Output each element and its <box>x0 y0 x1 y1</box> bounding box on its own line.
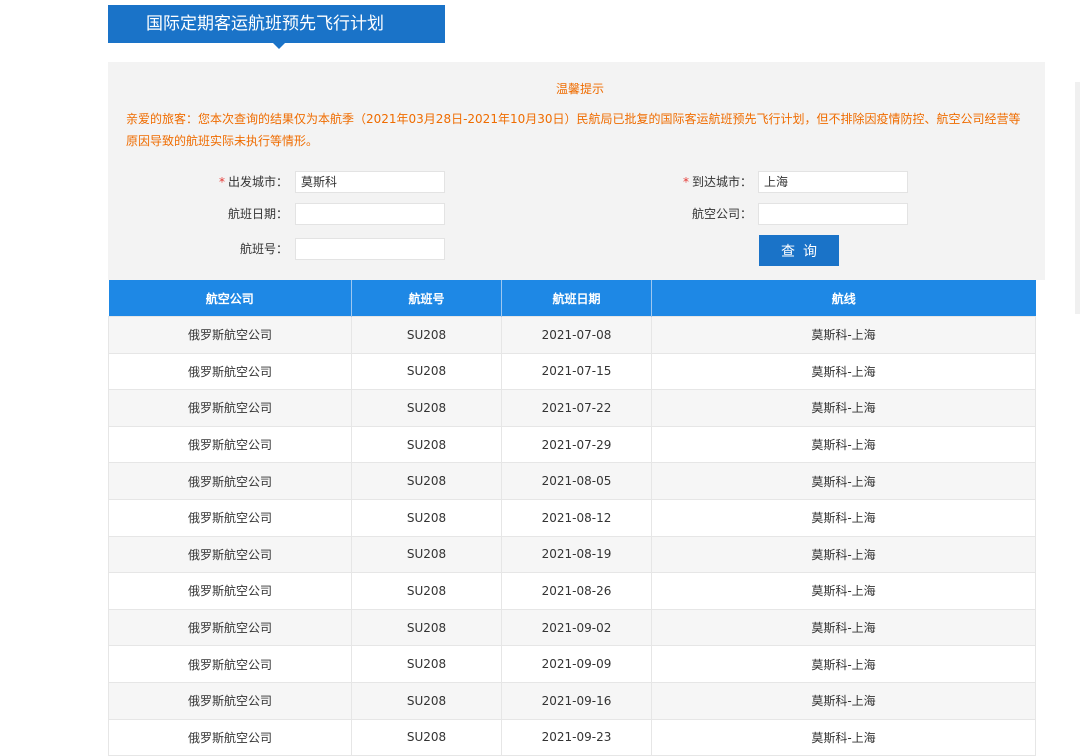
route-cell: 莫斯科-上海 <box>651 718 1036 756</box>
table-row: 俄罗斯航空公司 SU208 2021-07-22 莫斯科-上海 <box>108 389 1036 427</box>
flight-number-cell: SU208 <box>351 572 502 610</box>
table-row: 俄罗斯航空公司 SU208 2021-07-15 莫斯科-上海 <box>108 352 1036 391</box>
flight-date-cell: 2021-09-09 <box>501 645 652 683</box>
page-title: 国际定期客运航班预先飞行计划 <box>108 5 445 49</box>
flight-number-cell: SU208 <box>351 462 502 500</box>
route-cell: 莫斯科-上海 <box>651 425 1036 464</box>
flight-date-cell: 2021-08-12 <box>501 498 652 537</box>
table-row: 俄罗斯航空公司 SU208 2021-09-16 莫斯科-上海 <box>108 681 1036 720</box>
flight-number-cell: SU208 <box>351 316 502 354</box>
table-header-row: 航空公司 航班号 航班日期 航线 <box>108 280 1036 317</box>
route-cell: 莫斯科-上海 <box>651 535 1036 574</box>
flight-number-cell: SU208 <box>351 535 502 574</box>
departure-label-text: 出发城市： <box>227 175 288 189</box>
flight-date-cell: 2021-07-15 <box>501 352 652 391</box>
flight-date-cell: 2021-07-08 <box>501 316 652 354</box>
airline-cell: 俄罗斯航空公司 <box>108 681 352 720</box>
notice-body: 亲爱的旅客：您本次查询的结果仅为本航季（2021年03月28日-2021年10月… <box>126 112 1021 148</box>
page-title-text: 国际定期客运航班预先飞行计划 <box>146 14 384 34</box>
airline-cell: 俄罗斯航空公司 <box>108 718 352 756</box>
flight-date-input[interactable] <box>295 203 445 225</box>
flight-number-cell: SU208 <box>351 681 502 720</box>
flight-number-cell: SU208 <box>351 718 502 756</box>
airline-cell: 俄罗斯航空公司 <box>108 389 352 427</box>
flight-date-cell: 2021-08-26 <box>501 572 652 610</box>
airline-label: 航空公司： <box>691 207 752 221</box>
flight-number-cell: SU208 <box>351 352 502 391</box>
column-header-airline: 航空公司 <box>108 280 352 317</box>
arrival-city-input[interactable]: 上海 <box>758 171 908 193</box>
table-row: 俄罗斯航空公司 SU208 2021-07-29 莫斯科-上海 <box>108 425 1036 464</box>
column-header-flight-number: 航班号 <box>351 280 502 317</box>
route-cell: 莫斯科-上海 <box>651 645 1036 683</box>
flight-date-cell: 2021-07-22 <box>501 389 652 427</box>
airline-cell: 俄罗斯航空公司 <box>108 572 352 610</box>
table-row: 俄罗斯航空公司 SU208 2021-08-05 莫斯科-上海 <box>108 462 1036 500</box>
notice-title: 温馨提示 <box>555 82 604 96</box>
flight-number-cell: SU208 <box>351 608 502 647</box>
airline-cell: 俄罗斯航空公司 <box>108 498 352 537</box>
departure-label: * 出发城市： <box>200 171 288 193</box>
page-scrollbar[interactable] <box>1075 82 1080 314</box>
airline-cell: 俄罗斯航空公司 <box>108 535 352 574</box>
column-header-route: 航线 <box>651 280 1036 317</box>
arrival-label: * 到达城市： <box>664 171 752 193</box>
airline-cell: 俄罗斯航空公司 <box>108 316 352 354</box>
flight-number-cell: SU208 <box>351 425 502 464</box>
table-row: 俄罗斯航空公司 SU208 2021-09-09 莫斯科-上海 <box>108 645 1036 683</box>
table-row: 俄罗斯航空公司 SU208 2021-09-02 莫斯科-上海 <box>108 608 1036 647</box>
departure-city-input[interactable]: 莫斯科 <box>295 171 445 193</box>
airline-cell: 俄罗斯航空公司 <box>108 462 352 500</box>
airline-cell: 俄罗斯航空公司 <box>108 352 352 391</box>
airline-cell: 俄罗斯航空公司 <box>108 645 352 683</box>
airline-input[interactable] <box>758 203 908 225</box>
title-tab-pointer <box>273 43 285 49</box>
flight-date-cell: 2021-09-23 <box>501 718 652 756</box>
route-cell: 莫斯科-上海 <box>651 316 1036 354</box>
flight-date-label: 航班日期： <box>227 207 288 221</box>
table-row: 俄罗斯航空公司 SU208 2021-08-19 莫斯科-上海 <box>108 535 1036 574</box>
route-cell: 莫斯科-上海 <box>651 498 1036 537</box>
flight-number-cell: SU208 <box>351 389 502 427</box>
flight-number-cell: SU208 <box>351 498 502 537</box>
route-cell: 莫斯科-上海 <box>651 681 1036 720</box>
required-mark: * <box>682 175 689 189</box>
table-row: 俄罗斯航空公司 SU208 2021-08-12 莫斯科-上海 <box>108 498 1036 537</box>
arrival-label-text: 到达城市： <box>691 175 752 189</box>
route-cell: 莫斯科-上海 <box>651 608 1036 647</box>
airline-cell: 俄罗斯航空公司 <box>108 425 352 464</box>
flight-date-cell: 2021-08-19 <box>501 535 652 574</box>
table-row: 俄罗斯航空公司 SU208 2021-09-23 莫斯科-上海 <box>108 718 1036 756</box>
flight-results-table: 航空公司 航班号 航班日期 航线 俄罗斯航空公司 SU208 2021-07-08 莫… <box>108 280 1036 756</box>
route-cell: 莫斯科-上海 <box>651 572 1036 610</box>
route-cell: 莫斯科-上海 <box>651 352 1036 391</box>
flight-number-input[interactable] <box>295 238 445 260</box>
flight-date-cell: 2021-07-29 <box>501 425 652 464</box>
table-row: 俄罗斯航空公司 SU208 2021-07-08 莫斯科-上海 <box>108 316 1036 354</box>
airline-cell: 俄罗斯航空公司 <box>108 608 352 647</box>
column-header-flight-date: 航班日期 <box>501 280 652 317</box>
flight-number-label: 航班号： <box>239 242 288 256</box>
flight-number-cell: SU208 <box>351 645 502 683</box>
flight-date-cell: 2021-09-16 <box>501 681 652 720</box>
flight-date-cell: 2021-08-05 <box>501 462 652 500</box>
route-cell: 莫斯科-上海 <box>651 462 1036 500</box>
flight-date-cell: 2021-09-02 <box>501 608 652 647</box>
route-cell: 莫斯科-上海 <box>651 389 1036 427</box>
table-row: 俄罗斯航空公司 SU208 2021-08-26 莫斯科-上海 <box>108 572 1036 610</box>
search-button[interactable]: 查询 <box>759 235 839 266</box>
required-mark: * <box>218 175 225 189</box>
